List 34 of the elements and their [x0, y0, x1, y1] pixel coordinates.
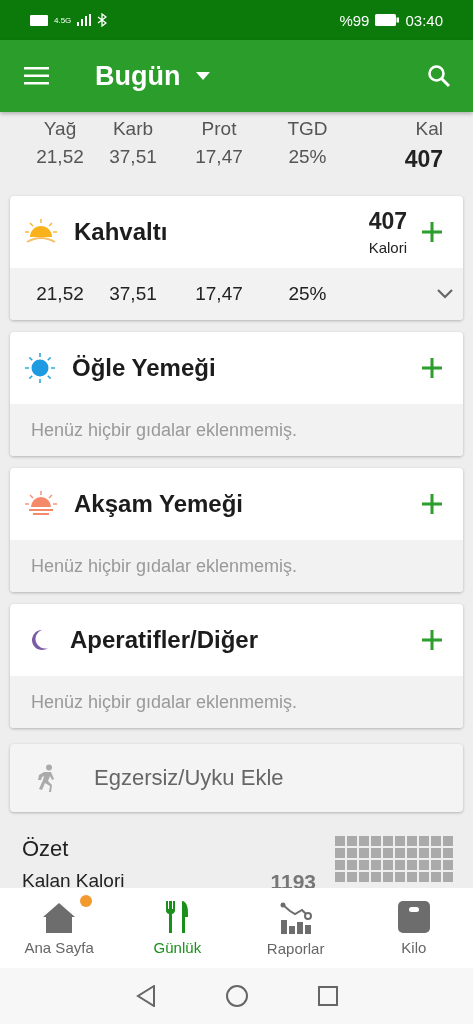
add-exercise-button[interactable]: Egzersiz/Uyku Ekle — [10, 744, 463, 812]
meal-macro: 25% — [287, 283, 328, 305]
total-value: 37,51 — [109, 146, 157, 168]
nav-tab[interactable]: Günlük — [118, 888, 237, 968]
meal-macro: 17,47 — [194, 283, 244, 305]
nav-tab[interactable]: Ana Sayfa — [0, 888, 119, 968]
meal-macro: 21,52 — [35, 283, 85, 305]
clock: 03:40 — [405, 11, 443, 29]
meal-name: Kahvaltı — [74, 218, 169, 246]
total-label: TGD — [287, 118, 328, 140]
calories-label: Kalori — [368, 239, 407, 256]
total-value: 21,52 — [36, 146, 84, 168]
empty-message: Henüz hiçbir gıdalar eklenmemiş. — [30, 691, 298, 713]
empty-message: Henüz hiçbir gıdalar eklenmemiş. — [30, 555, 298, 577]
total-value: 17,47 — [195, 146, 243, 168]
meal-macro: 37,51 — [108, 283, 158, 305]
date-title[interactable]: Bugün — [95, 60, 181, 92]
empty-message: Henüz hiçbir gıdalar eklenmemiş. — [30, 419, 298, 441]
summary-label: Kalan Kalori — [22, 870, 125, 888]
total-label: Prot — [201, 118, 237, 140]
total-label: Kal — [415, 118, 443, 140]
meal-name: Akşam Yemeği — [74, 490, 244, 518]
total-value: 407 — [404, 146, 443, 173]
summary-title: Özet — [22, 836, 70, 862]
nav-tab[interactable]: Raporlar — [236, 888, 355, 968]
network-type: 4.5G — [54, 15, 72, 25]
total-label: Karb — [112, 118, 154, 140]
meal-name: Aperatifler/Diğer — [70, 626, 260, 654]
total-value: 25% — [288, 146, 327, 168]
nav-tab[interactable]: Kilo — [354, 888, 473, 968]
battery-percent: %99 — [339, 11, 370, 29]
meal-name: Öğle Yemeği — [72, 354, 217, 382]
meal-calories: 407 — [368, 208, 407, 235]
total-label: Yağ — [43, 118, 77, 140]
